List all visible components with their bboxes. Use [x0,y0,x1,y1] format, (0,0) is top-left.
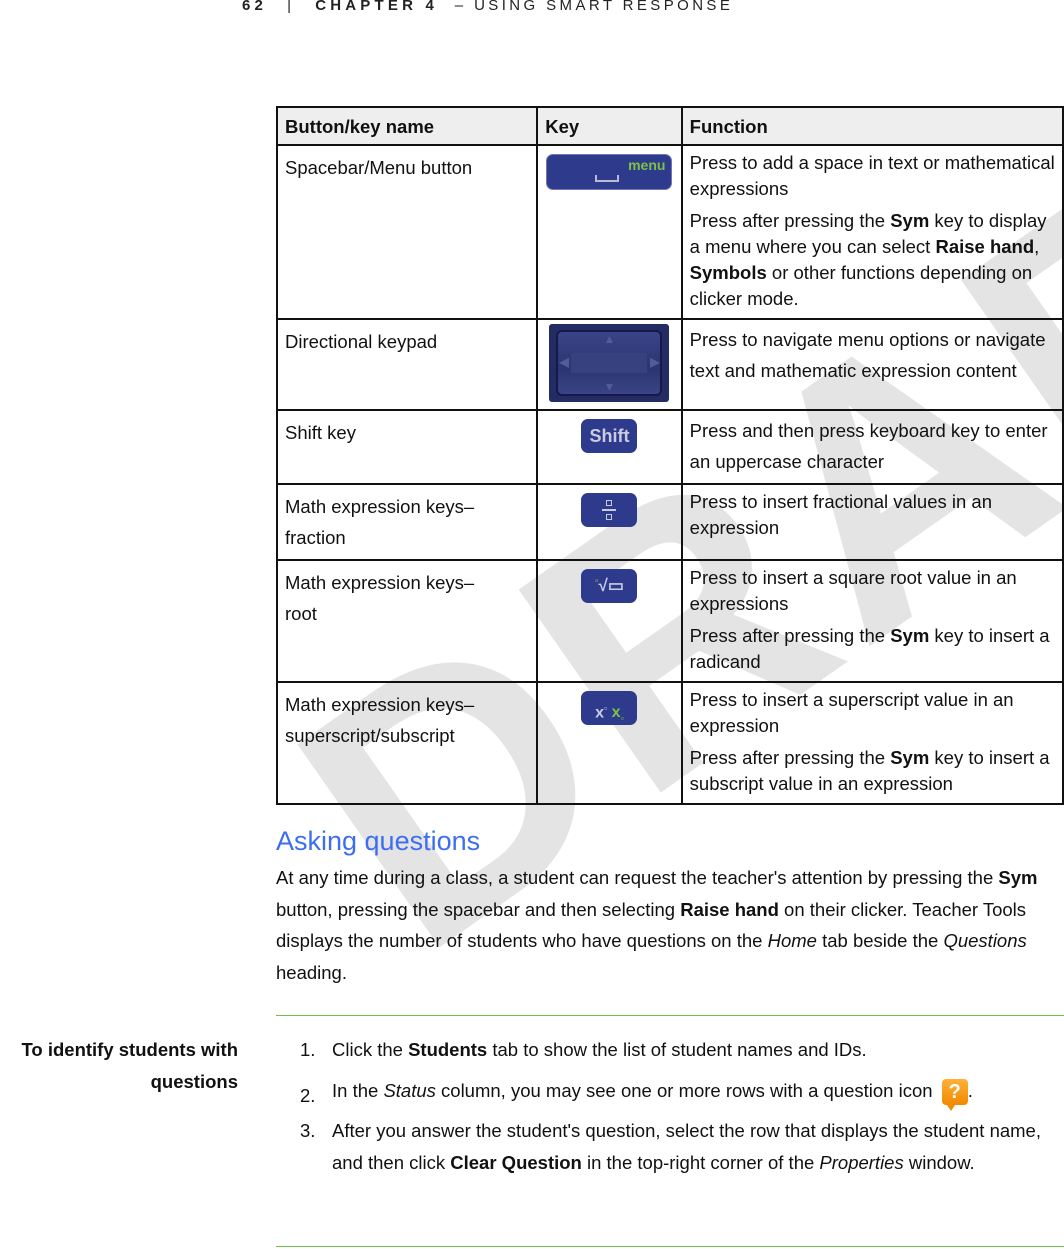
bold-term: Raise hand [935,236,1035,257]
section-heading: Asking questions [276,826,481,856]
arrow-left-icon: ◀ [559,355,569,369]
step-text: After you answer the student's question,… [332,1120,1041,1173]
bold-term: Clear Question [450,1151,582,1173]
key-function: Press to navigate menu options or naviga… [680,318,1064,411]
fraction-glyph [602,499,617,521]
menu-label: menu [628,157,666,173]
step-item: 2. In the Status column, you may see one… [276,1075,1062,1111]
column-header-name: Button/key name [275,106,539,146]
function-paragraph: Press to insert a superscript value in a… [689,689,1014,736]
key-name: Math expression keys–superscript/subscri… [275,681,539,805]
column-header-key: Key [536,106,683,146]
running-header: 62 | CHAPTER 4 – USING SMART RESPONSE [242,0,733,14]
key-name: Shift key [275,409,539,485]
chapter-title: – USING SMART RESPONSE [454,0,734,14]
shift-key-icon: Shift [581,419,638,453]
key-name: Math expression keys–fraction [275,483,539,561]
procedure-bottom-rule [276,1246,1064,1247]
table-row: Math expression keys–superscript/subscri… [275,681,1064,805]
root-key-icon: ▫√▭ [581,569,638,603]
arrow-down-icon: ▼ [603,380,616,394]
function-paragraph: Press to navigate menu options or naviga… [689,329,1046,381]
key-cell: Shift [536,409,683,485]
bold-term: Sym [998,867,1038,888]
spacebar-menu-key-icon: menu [546,154,673,190]
key-cell: ▫√▭ [536,559,683,683]
key-cell: ▲ ▼ ◀ ▶ [536,318,683,411]
key-cell: menu [536,144,683,320]
italic-term: Questions [943,930,1027,951]
function-paragraph: Press after pressing the Sym key to inse… [689,747,1050,794]
step-text: In the Status column, you may see one or… [332,1078,973,1111]
bold-term: Sym [890,625,930,646]
procedure-top-rule [276,1015,1064,1016]
table-row: Spacebar/Menu button menu Press to add a… [275,144,1064,320]
header-separator: | [287,0,296,14]
question-icon: ? [941,1078,968,1111]
section-intro: At any time during a class, a student ca… [276,867,1038,983]
table-row: Directional keypad ▲ ▼ ◀ ▶ Press to navi… [275,318,1064,411]
key-function: Press to add a space in text or mathemat… [680,144,1064,320]
arrow-up-icon: ▲ [603,332,616,346]
bold-term: Students [408,1039,488,1060]
step-number: 2. [300,1084,316,1106]
step-item: 1. Click the Students tab to show the li… [276,1034,1062,1066]
bold-term: Sym [890,210,930,231]
procedure-title: To identify students with questions [21,1039,238,1092]
arrow-right-icon: ▶ [650,355,660,369]
clicker-keys-table: Button/key name Key Function Spacebar/Me… [275,106,1064,805]
step-text: Click the Students tab to show the list … [332,1039,867,1060]
step-number: 3. [300,1120,316,1141]
table-header-row: Button/key name Key Function [275,106,1064,146]
function-paragraph: Press to add a space in text or mathemat… [689,152,1055,199]
key-name: Math expression keys–root [275,559,539,683]
procedure-steps: 1. Click the Students tab to show the li… [276,1034,1062,1187]
function-paragraph: Press to insert a square root value in a… [689,567,1017,614]
table-row: Math expression keys–fraction Press to i… [275,483,1064,561]
key-function: Press to insert fractional values in an … [680,483,1064,561]
key-function: Press and then press keyboard key to ent… [680,409,1064,485]
key-function: Press to insert a square root value in a… [680,559,1064,683]
space-glyph-icon [595,175,620,182]
step-item: 3. After you answer the student's questi… [276,1115,1062,1178]
italic-term: Status [383,1079,436,1101]
function-paragraph: Press and then press keyboard key to ent… [689,420,1048,472]
directional-keypad-icon: ▲ ▼ ◀ ▶ [549,324,670,402]
function-paragraph: Press to insert fractional values in an … [689,491,992,538]
table-row: Math expression keys–root ▫√▭ Press to i… [275,559,1064,683]
italic-term: Properties [819,1151,904,1173]
key-name: Directional keypad [275,318,539,411]
keypad-center [571,353,648,373]
function-paragraph: Press after pressing the Sym key to disp… [689,210,1047,309]
chapter-label: CHAPTER 4 [315,0,439,14]
fraction-key-icon [581,493,638,527]
bold-term: Symbols [689,262,767,283]
table-row: Shift key Shift Press and then press key… [275,409,1064,485]
column-header-function: Function [680,106,1064,146]
key-cell [536,483,683,561]
step-number: 1. [300,1039,316,1060]
bold-term: Sym [890,747,930,768]
key-function: Press to insert a superscript value in a… [680,681,1064,805]
page-number: 62 [242,0,268,14]
italic-term: Home [767,930,817,951]
bold-term: Raise hand [680,898,779,920]
key-name: Spacebar/Menu button [275,144,539,320]
function-paragraph: Press after pressing the Sym key to inse… [689,625,1050,672]
key-cell: x▫ x▫ [536,681,683,805]
superscript-subscript-key-icon: x▫ x▫ [581,691,638,725]
